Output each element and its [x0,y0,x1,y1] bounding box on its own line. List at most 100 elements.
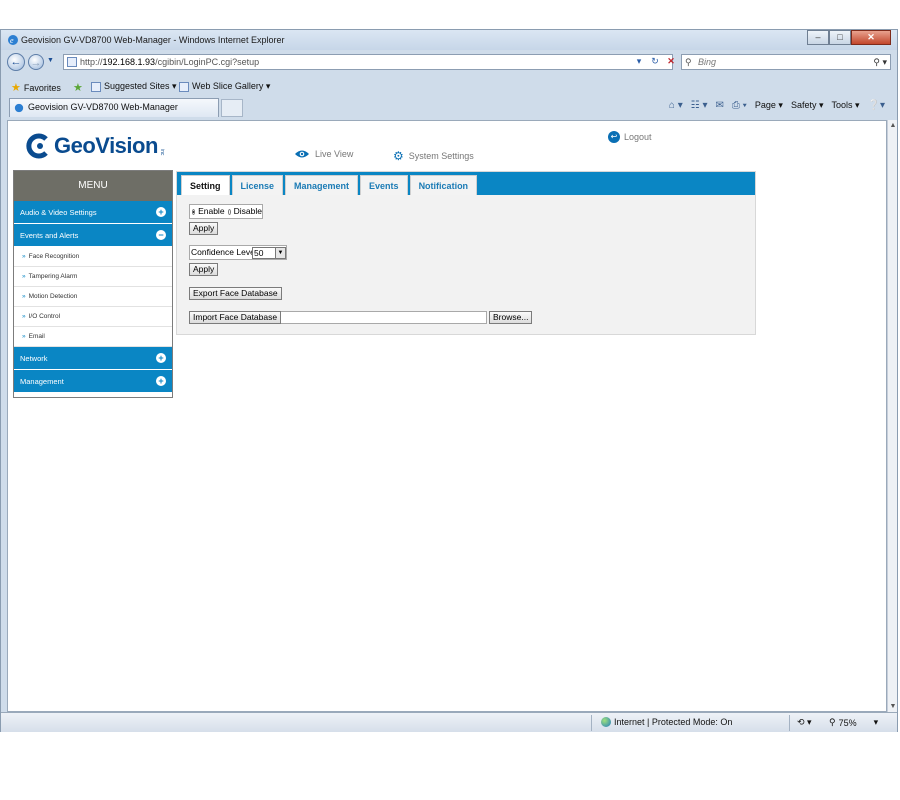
tab-notification[interactable]: Notification [409,175,478,195]
scroll-down-icon[interactable]: ▼ [889,703,897,710]
menu-item-motion-detection[interactable]: » Motion Detection [14,287,172,307]
menu-item-io-control[interactable]: » I/O Control [14,307,172,327]
safety-menu[interactable]: Safety ▾ [791,100,824,111]
favorites-bar: ★ Favorites ★ Suggested Sites ▾ Web Slic… [1,76,897,96]
title-bar: e Geovision GV-VD8700 Web-Manager - Wind… [1,30,897,50]
maximize-icon[interactable]: □ [829,30,851,45]
refresh-icon[interactable]: ↻ [647,54,663,70]
web-slice-gallery-link[interactable]: Web Slice Gallery ▾ [179,81,270,92]
status-separator [789,715,790,731]
search-input[interactable]: ⚲ Bing ⚲ ▾ [681,54,891,70]
status-bar: Internet | Protected Mode: On ⟲ ▾ ⚲ 75% … [1,712,897,732]
vertical-scrollbar[interactable]: ▲ ▼ [887,120,897,712]
page-icon [67,57,77,67]
expand-icon: + [156,353,166,363]
add-favorite-icon: ★ [73,82,83,94]
bullet-icon: » [22,333,26,340]
bullet-icon: » [22,273,26,280]
import-face-database-button[interactable]: Import Face Database [189,311,282,324]
ie-logo-icon [14,103,24,113]
confidence-level-select[interactable]: 50 ▼ [252,247,286,259]
window-title: Geovision GV-VD8700 Web-Manager - Window… [21,35,285,45]
menu-section-network[interactable]: Network + [14,347,172,370]
live-view-link[interactable]: Live View [294,149,353,159]
back-arrow-icon[interactable]: ← [7,53,25,71]
tab-setting[interactable]: Setting [181,175,230,195]
menu-header: MENU [14,171,172,201]
globe-icon [601,717,611,727]
favorites-star-icon: ★ [11,82,21,94]
bullet-icon: » [22,293,26,300]
menu-section-audio-video[interactable]: Audio & Video Settings + [14,201,172,224]
enable-disable-group: Enable Disable [189,204,263,219]
browser-tab[interactable]: Geovision GV-VD8700 Web-Manager [9,98,219,117]
new-tab-button[interactable] [221,99,243,117]
browser-window: e Geovision GV-VD8700 Web-Manager - Wind… [0,29,898,732]
menu-section-events-alerts[interactable]: Events and Alerts − [14,224,172,247]
enable-radio[interactable] [192,208,196,215]
expand-icon: + [156,376,166,386]
address-buttons: ▾ ↻ ✕ [631,54,679,70]
expand-icon: + [156,207,166,217]
help-icon[interactable]: ❔▾ [868,100,885,111]
disable-radio[interactable] [227,208,231,215]
favorites-button[interactable]: ★ Favorites [11,81,61,94]
menu-section-management[interactable]: Management + [14,370,172,393]
bullet-icon: » [22,253,26,260]
export-face-database-button[interactable]: Export Face Database [189,287,282,300]
confidence-level-group: Confidence Leve 50 ▼ [189,245,287,260]
search-go-icon[interactable]: ⚲ ▾ [873,55,887,69]
ie-logo-icon: e [8,35,18,45]
address-input[interactable]: http://192.168.1.93/cgibin/LoginPC.cgi?s… [63,54,673,70]
page-menu[interactable]: Page ▾ [755,100,783,111]
address-dropdown-icon[interactable]: ▾ [631,54,647,70]
scroll-up-icon[interactable]: ▲ [889,122,897,129]
menu-item-email[interactable]: » Email [14,327,172,347]
tab-management[interactable]: Management [285,175,359,195]
address-bar-row: ← → ▼ http://192.168.1.93/cgibin/LoginPC… [1,51,897,73]
zoom-control[interactable]: ⚲ 75% ▾ [829,717,878,728]
zoom-icon: ⚲ [829,717,836,727]
search-icon: ⚲ [685,57,692,67]
import-face-database-field[interactable]: Import Face Database [189,311,487,324]
gear-icon: ⚙ [393,149,404,163]
geovision-logo-icon [26,133,48,159]
apply-enable-button[interactable]: Apply [189,222,219,235]
home-icon[interactable]: ⌂ ▾ [669,100,683,111]
bullet-icon: » [22,313,26,320]
svg-text:e: e [10,36,14,45]
tab-events[interactable]: Events [360,175,408,195]
forward-arrow-icon[interactable]: → [28,54,44,70]
menu-item-tampering-alarm[interactable]: » Tampering Alarm [14,267,172,287]
eye-icon [295,150,309,158]
side-menu: MENU Audio & Video Settings + Events and… [13,170,173,398]
apply-confidence-button[interactable]: Apply [189,263,219,276]
window-controls: – □ ✕ [807,30,891,46]
page-content: GeoVision inc Live View ⚙ System Setting… [7,120,887,712]
close-window-icon[interactable]: ✕ [851,30,891,45]
setting-form: Enable Disable Apply Confidence Leve 50 … [177,195,755,334]
suggested-sites-link[interactable]: Suggested Sites ▾ [91,81,177,92]
collapse-icon: − [156,230,166,240]
mail-icon[interactable]: ✉ [716,100,724,111]
compat-icon[interactable]: ⟲ ▾ [797,717,812,728]
feeds-icon[interactable]: ☷ ▾ [691,100,708,111]
status-separator [591,715,592,731]
chevron-down-icon: ▼ [275,248,285,258]
logout-link[interactable]: ↩ Logout [608,131,652,143]
browse-button[interactable]: Browse... [489,311,533,324]
browser-tab-bar: Geovision GV-VD8700 Web-Manager ⌂ ▾ ☷ ▾ … [1,97,897,119]
security-zone[interactable]: Internet | Protected Mode: On [601,717,732,727]
zoom-dropdown-icon: ▾ [873,717,879,727]
history-dropdown-icon[interactable]: ▼ [47,57,54,64]
menu-item-face-recognition[interactable]: » Face Recognition [14,247,172,267]
print-icon[interactable]: ⎙ ▾ [732,100,747,111]
settings-panel: Setting License Management Events Notifi… [176,171,756,335]
system-settings-link[interactable]: ⚙ System Settings [393,149,474,163]
tab-strip: Setting License Management Events Notifi… [177,172,755,195]
minimize-icon[interactable]: – [807,30,829,45]
tab-license[interactable]: License [231,175,284,195]
add-favorite-button[interactable]: ★ [73,81,83,94]
tools-menu[interactable]: Tools ▾ [831,100,859,111]
stop-icon[interactable]: ✕ [663,54,679,70]
